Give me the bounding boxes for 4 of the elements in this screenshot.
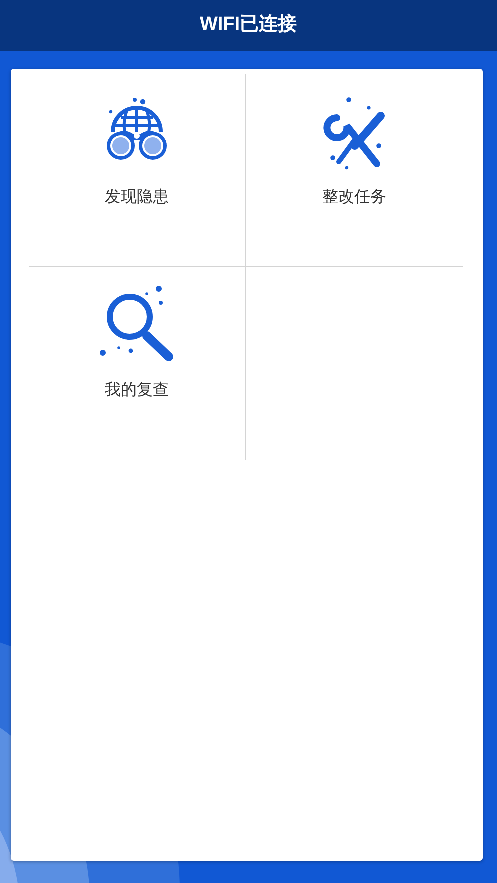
menu-item-label[interactable]: 发现隐患 (105, 186, 169, 210)
menu-item-label[interactable]: 我的复查 (105, 379, 169, 403)
page-title: WIFI已连接 (200, 12, 298, 38)
menu-item-label[interactable]: 整改任务 (322, 186, 386, 210)
